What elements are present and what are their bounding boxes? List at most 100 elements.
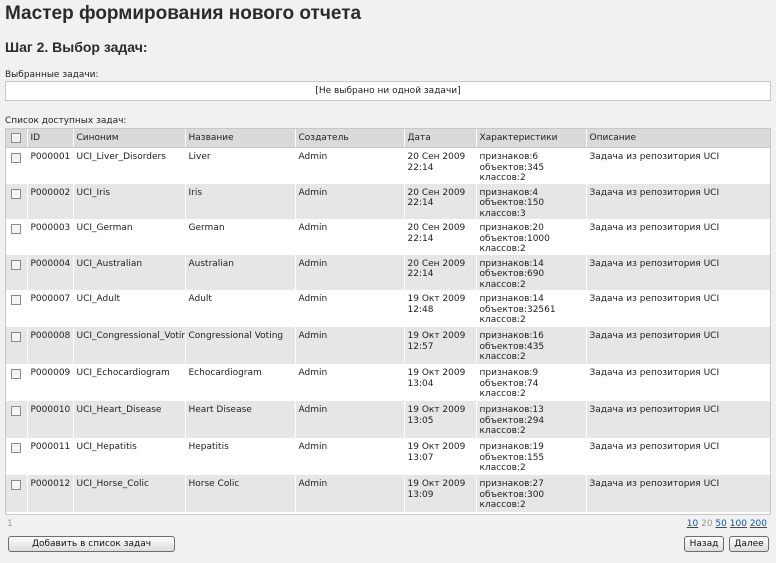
tasks-grid: ID Синоним Название Создатель Дата Харак… [5, 128, 771, 515]
table-row[interactable]: P000008 UCI_Congressional_Voting Congressi… [6, 327, 770, 364]
cell-name: Heart Disease [185, 401, 296, 438]
table-row[interactable]: P000003 UCI_German German Admin 20 Сен 2009 2… [6, 219, 770, 255]
page-size-50[interactable]: 50 [715, 519, 726, 529]
cell-date: 19 Окт 2009 13:07 [404, 438, 477, 475]
cell-objects: объектов:294 [479, 415, 545, 426]
page-size-100[interactable]: 100 [730, 519, 747, 529]
row-checkbox[interactable] [6, 475, 28, 512]
cell-date-day: 19 Окт 2009 [407, 442, 466, 452]
cell-date-time: 12:48 [407, 304, 434, 315]
cell-creator: Admin [295, 219, 405, 255]
row-checkbox[interactable] [6, 364, 28, 401]
row-checkbox[interactable] [6, 290, 28, 327]
column-header-date[interactable]: Дата [404, 129, 477, 148]
selected-tasks-label: Выбранные задачи: [5, 70, 99, 80]
cell-description: Задача из репозитория UCI [586, 401, 770, 438]
cell-synonym: UCI_Horse_Colic [73, 475, 186, 512]
row-checkbox[interactable] [6, 401, 28, 438]
row-checkbox[interactable] [6, 219, 28, 255]
row-checkbox[interactable] [6, 254, 28, 290]
table-row[interactable]: P000004 UCI_Australian Australian Admin 20 С… [6, 254, 770, 290]
cell-description: Задача из репозитория UCI [586, 147, 770, 184]
table-header-row: ID Синоним Название Создатель Дата Харак… [6, 129, 770, 148]
table-row[interactable]: P000009 UCI_Echocardiogram Echocardiogram A… [6, 364, 770, 401]
cell-description: Задача из репозитория UCI [586, 475, 770, 512]
cell-characteristics: признаков:20 объектов:1000 классов:2 [476, 219, 587, 255]
checkbox-icon [11, 332, 22, 342]
cell-features: признаков:9 [479, 368, 539, 378]
cell-synonym: UCI_German [73, 219, 186, 255]
table-row[interactable]: P000011 UCI_Hepatitis Hepatitis Admin 19 Окт… [6, 438, 770, 475]
cell-name: German [185, 219, 296, 255]
back-button[interactable]: Назад [684, 536, 724, 552]
row-checkbox[interactable] [6, 438, 28, 475]
table-row[interactable]: P000001 UCI_Liver_Disorders Liver Admin 20 С… [6, 147, 770, 184]
column-header-creator[interactable]: Создатель [295, 129, 405, 148]
cell-features: признаков:6 [479, 152, 539, 162]
row-checkbox[interactable] [6, 327, 28, 364]
checkbox-icon [11, 480, 22, 490]
step-heading: Шаг 2. Выбор задач: [5, 39, 148, 55]
table-row[interactable]: P000002 UCI_Iris Iris Admin 20 Сен 2009 22:14… [6, 183, 770, 219]
page-size-10[interactable]: 10 [687, 519, 698, 529]
cell-id: P000008 [27, 327, 74, 364]
cell-id: P000007 [27, 290, 74, 327]
cell-characteristics: признаков:14 объектов:32561 классов:2 [476, 290, 587, 327]
checkbox-icon [11, 259, 22, 270]
cell-classes: классов:2 [479, 389, 526, 399]
cell-date-time: 13:04 [407, 378, 434, 389]
add-to-task-list-button[interactable]: Добавить в список задач [8, 536, 175, 552]
cell-date-day: 20 Сен 2009 [407, 258, 466, 269]
cell-features: признаков:16 [479, 331, 544, 341]
cell-classes: классов:2 [479, 426, 526, 436]
column-header-synonym[interactable]: Синоним [73, 129, 186, 148]
cell-classes: классов:2 [479, 352, 526, 362]
available-tasks-label: Список доступных задач: [5, 116, 127, 126]
cell-date: 20 Сен 2009 22:14 [404, 254, 477, 290]
table-row[interactable]: P000012 UCI_Horse_Colic Horse Colic Admin 19… [6, 475, 770, 512]
page-size-200[interactable]: 200 [750, 519, 767, 529]
column-header-name[interactable]: Название [185, 129, 296, 148]
cell-date-day: 20 Сен 2009 [407, 152, 466, 162]
cell-synonym: UCI_Iris [73, 183, 186, 219]
cell-name: Liver [185, 147, 296, 184]
cell-objects: объектов:690 [479, 269, 545, 279]
cell-synonym: UCI_Hepatitis [73, 438, 186, 475]
cell-date-day: 19 Окт 2009 [407, 479, 466, 489]
cell-description: Задача из репозитория UCI [586, 219, 770, 255]
column-header-characteristics[interactable]: Характеристики [476, 129, 587, 148]
cell-features: признаков:14 [479, 294, 544, 304]
cell-date-time: 13:05 [407, 415, 434, 426]
row-checkbox[interactable] [6, 147, 28, 184]
table-row[interactable]: P000010 UCI_Heart_Disease Heart Disease Adm… [6, 401, 770, 438]
checkbox-icon [11, 188, 22, 199]
cell-features: признаков:27 [479, 479, 544, 489]
cell-date-day: 19 Окт 2009 [407, 331, 466, 341]
cell-objects: объектов:155 [479, 452, 545, 463]
row-checkbox[interactable] [6, 183, 28, 219]
cell-classes: классов:2 [479, 463, 526, 473]
cell-date: 19 Окт 2009 12:57 [404, 327, 477, 364]
cell-date-day: 19 Окт 2009 [407, 405, 466, 415]
cell-objects: объектов:32561 [479, 304, 556, 315]
cell-creator: Admin [295, 147, 405, 184]
cell-date: 19 Окт 2009 13:05 [404, 401, 477, 438]
checkbox-icon [11, 406, 22, 416]
table-row[interactable]: P000007 UCI_Adult Adult Admin 19 Окт 2009 12:… [6, 290, 770, 327]
column-header-id[interactable]: ID [27, 129, 74, 148]
cell-description: Задача из репозитория UCI [586, 183, 770, 219]
next-button[interactable]: Далее [729, 536, 769, 552]
cell-objects: объектов:1000 [479, 233, 550, 244]
cell-date-time: 22:14 [407, 233, 434, 244]
cell-synonym: UCI_Australian [73, 254, 186, 290]
cell-date: 20 Сен 2009 22:14 [404, 219, 477, 255]
cell-characteristics: признаков:16 объектов:435 классов:2 [476, 327, 587, 364]
select-all-checkbox[interactable] [6, 129, 28, 148]
cell-name: Horse Colic [185, 475, 296, 512]
column-header-description[interactable]: Описание [586, 129, 770, 148]
cell-characteristics: признаков:4 объектов:150 классов:3 [476, 183, 587, 219]
cell-features: признаков:20 [479, 223, 544, 233]
cell-objects: объектов:300 [479, 489, 545, 500]
cell-objects: объектов:74 [479, 378, 539, 389]
cell-features: признаков:14 [479, 258, 544, 269]
